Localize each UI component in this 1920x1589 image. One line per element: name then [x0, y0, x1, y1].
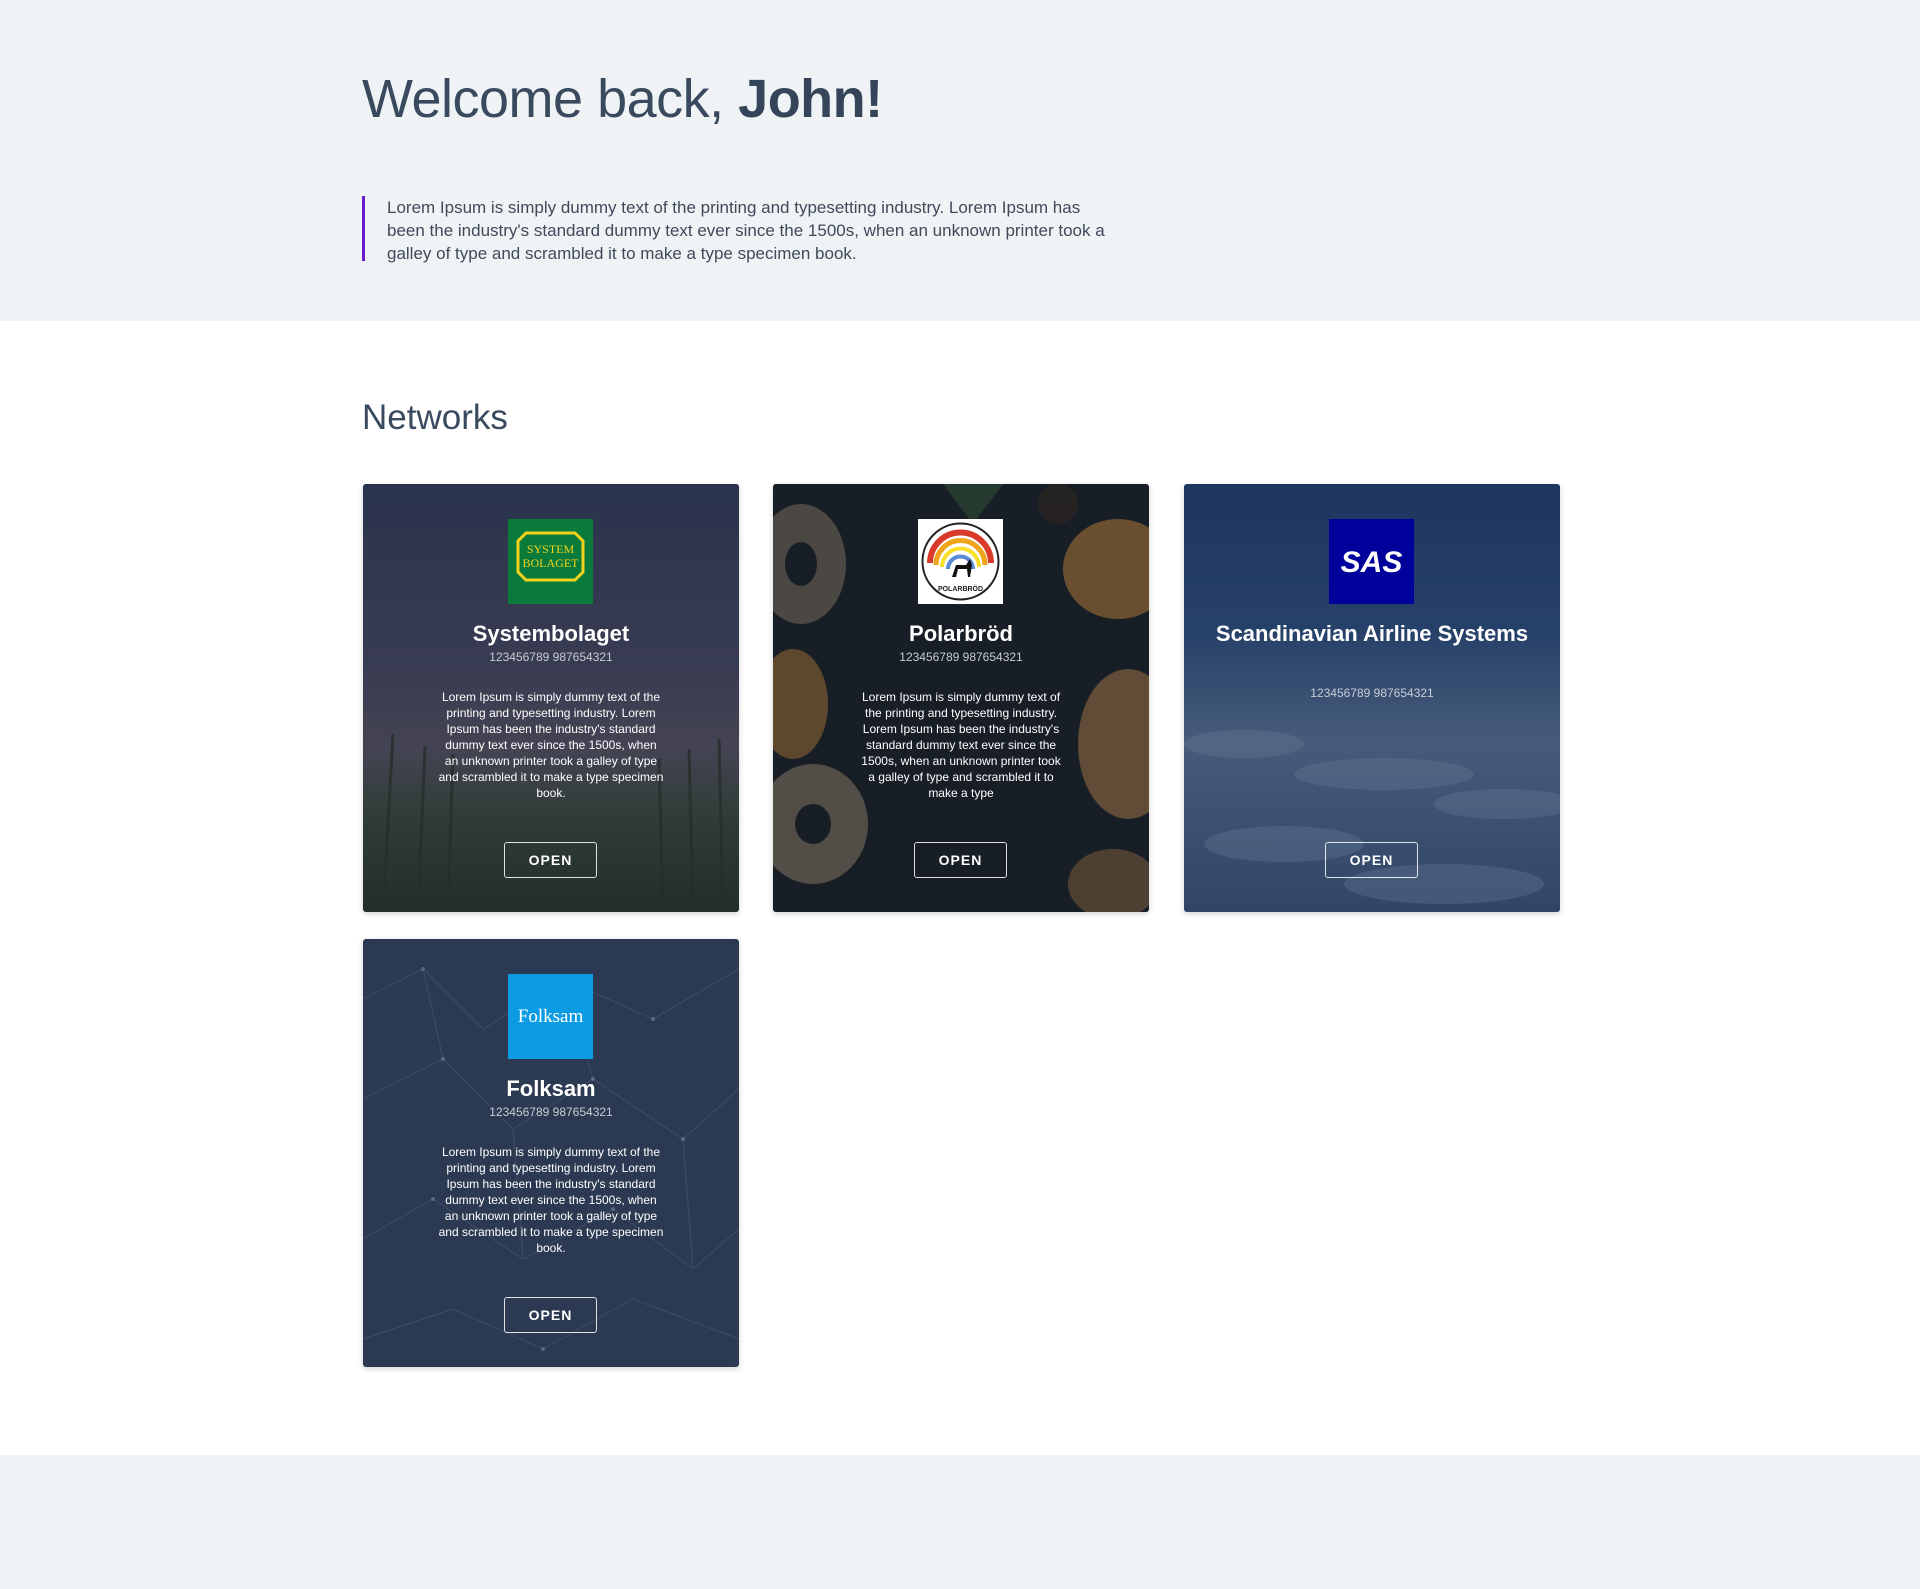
- network-card-folksam: Folksam Folksam 123456789 987654321 Lore…: [363, 939, 739, 1367]
- card-id: 123456789 987654321: [489, 1105, 613, 1119]
- network-card-systembolaget: SYSTEM BOLAGET Systembolaget 123456789 9…: [363, 484, 739, 912]
- card-title: Scandinavian Airline Systems: [1215, 621, 1529, 646]
- sas-logo-icon: SAS: [1329, 519, 1414, 604]
- greeting-prefix: Welcome back,: [362, 69, 739, 129]
- polarbrod-logo-icon: POLARBRÖD: [918, 519, 1003, 604]
- card-description: Lorem Ipsum is simply dummy text of the …: [438, 690, 664, 800]
- card-description: Lorem Ipsum is simply dummy text of the …: [438, 1145, 664, 1255]
- card-id: 123456789 987654321: [899, 650, 1023, 664]
- open-button[interactable]: OPEN: [914, 842, 1007, 878]
- systembolaget-logo-line1: SYSTEM: [527, 542, 575, 556]
- card-title: Polarbröd: [909, 621, 1013, 646]
- open-button[interactable]: OPEN: [1325, 842, 1418, 878]
- networks-title: Networks: [362, 398, 508, 437]
- footer: [0, 1455, 1920, 1589]
- folksam-logo-icon: Folksam: [508, 974, 593, 1059]
- user-name: John!: [738, 69, 883, 129]
- open-button[interactable]: OPEN: [504, 1297, 597, 1333]
- card-title: Folksam: [506, 1076, 596, 1101]
- intro-text: Lorem Ipsum is simply dummy text of the …: [362, 196, 1122, 263]
- polarbrod-logo-text: POLARBRÖD: [938, 584, 983, 593]
- card-description: Lorem Ipsum is simply dummy text of the …: [861, 690, 1061, 800]
- network-card-sas: SAS Scandinavian Airline Systems 1234567…: [1184, 484, 1560, 912]
- open-button[interactable]: OPEN: [504, 842, 597, 878]
- sas-logo-text: SAS: [1341, 546, 1403, 579]
- hero-section: Welcome back, John! Lorem Ipsum is simpl…: [0, 0, 1920, 321]
- card-id: 123456789 987654321: [489, 650, 613, 664]
- welcome-heading: Welcome back, John!: [362, 66, 883, 132]
- folksam-logo-text: Folksam: [518, 1006, 584, 1027]
- systembolaget-logo-line2: BOLAGET: [523, 556, 580, 570]
- systembolaget-logo-icon: SYSTEM BOLAGET: [508, 519, 593, 604]
- card-title: Systembolaget: [472, 621, 630, 646]
- card-id: 123456789 987654321: [1310, 686, 1434, 700]
- network-card-polarbrod: POLARBRÖD Polarbröd 123456789 987654321 …: [773, 484, 1149, 912]
